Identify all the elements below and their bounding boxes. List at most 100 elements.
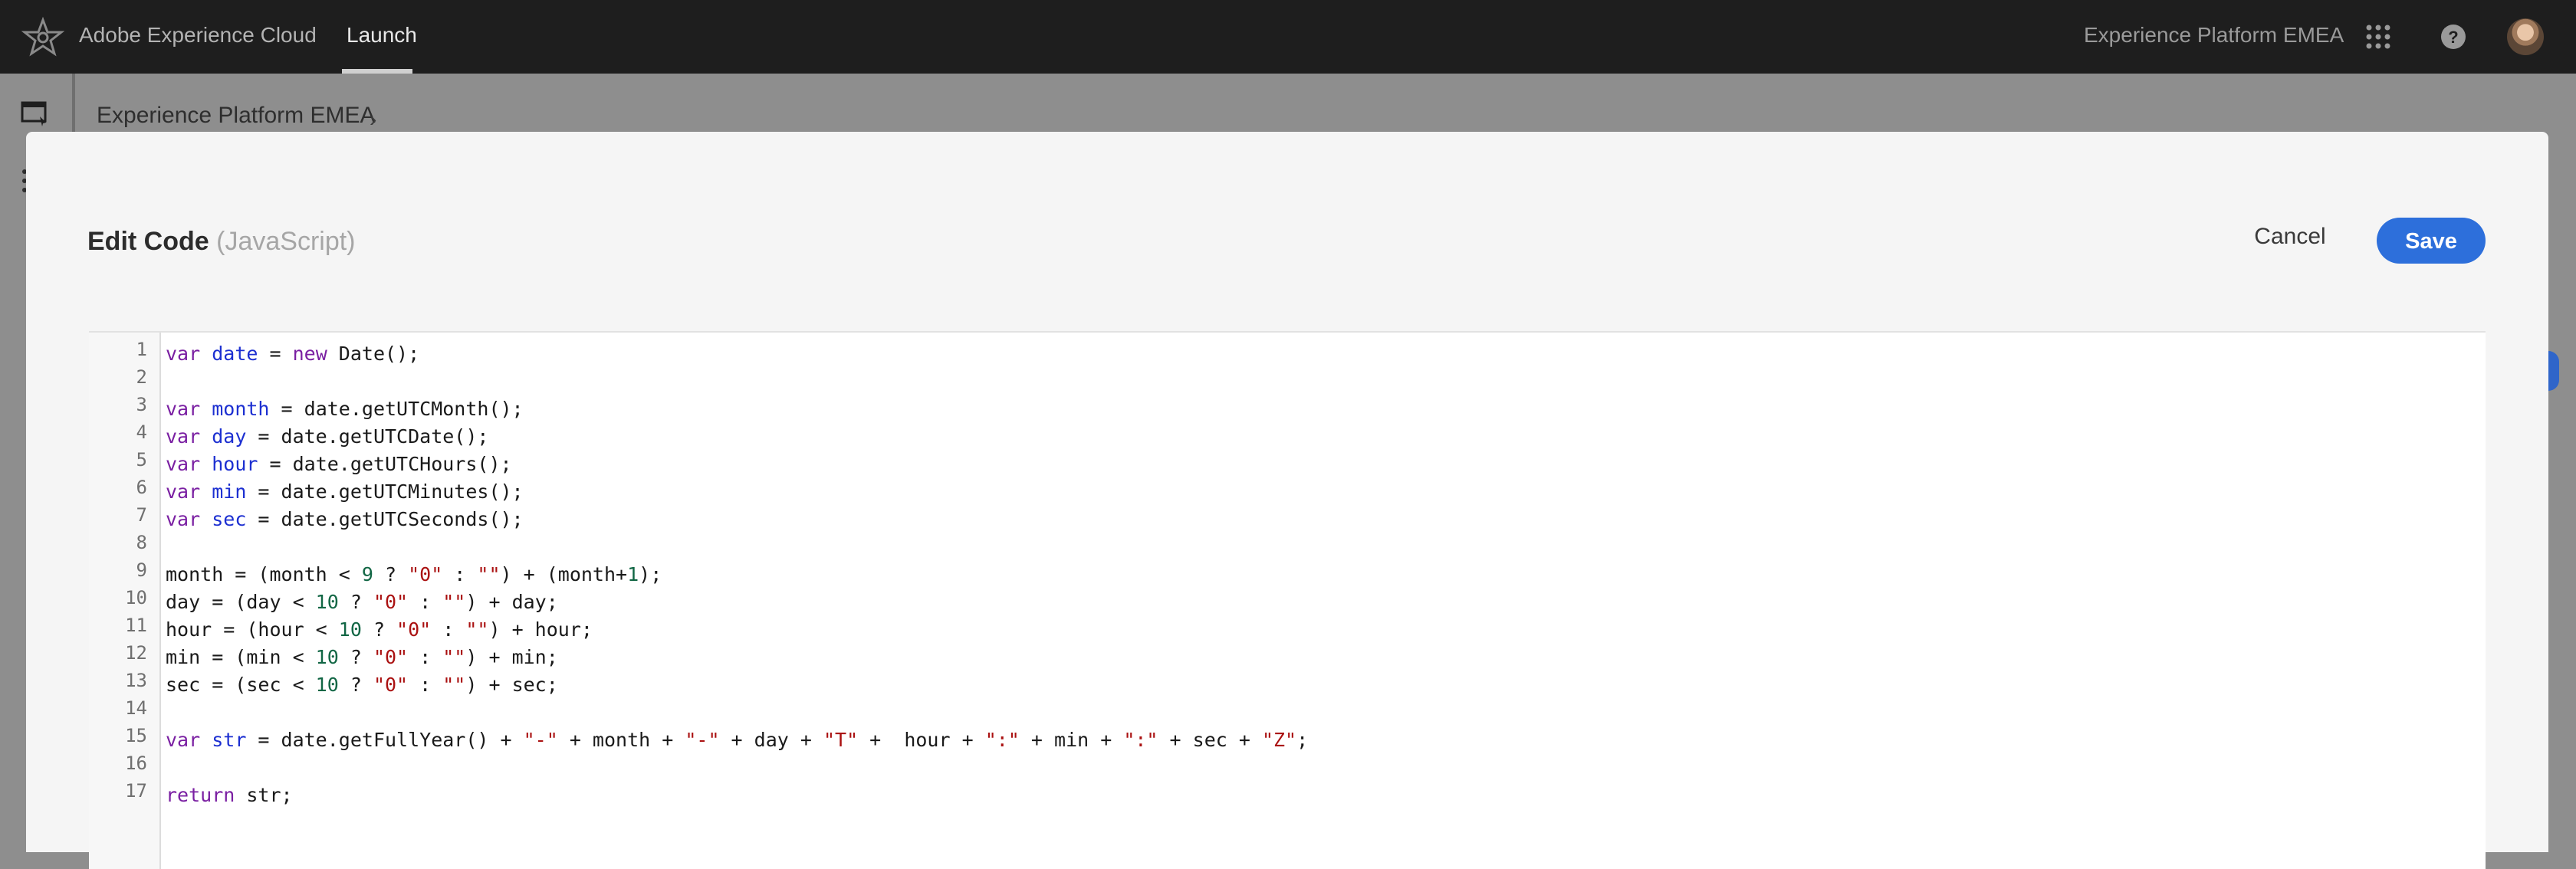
line-number: 4: [136, 421, 147, 443]
code-line[interactable]: 14: [89, 697, 2481, 726]
code-line[interactable]: 15 var str = date.getFullYear() + "-" + m…: [89, 725, 2481, 754]
code-token: "Z": [1261, 729, 1297, 751]
code-token: var: [166, 453, 201, 475]
line-number: 14: [125, 697, 147, 719]
code-token: hour: [212, 453, 258, 475]
adobe-logo-icon[interactable]: [21, 17, 64, 57]
code-token: = date.getUTCDate();: [246, 425, 489, 448]
code-token: var: [166, 425, 201, 448]
line-number: 11: [125, 615, 147, 636]
code-text: var hour = date.getUTCHours();: [166, 451, 512, 478]
active-tab-indicator: [342, 69, 412, 74]
code-line[interactable]: 17 return str;: [89, 780, 2481, 809]
breadcrumb[interactable]: Experience Platform EMEA: [97, 103, 375, 129]
modal-title: Edit Code (JavaScript): [87, 227, 356, 257]
code-line[interactable]: 3 var month = date.getUTCMonth();: [89, 394, 2481, 423]
modal-language-label: (JavaScript): [216, 227, 356, 256]
code-line[interactable]: 10 day = (day < 10 ? "0" : "") + day;: [89, 587, 2481, 616]
code-token: ?: [373, 563, 409, 585]
line-number: 13: [125, 670, 147, 691]
code-line[interactable]: 7 var sec = date.getUTCSeconds();: [89, 504, 2481, 533]
tab-launch[interactable]: Launch: [347, 23, 417, 48]
code-token: ) + (month+: [500, 563, 628, 585]
code-token: ":": [984, 729, 1020, 751]
line-number: 5: [136, 449, 147, 471]
code-token: "0": [408, 563, 443, 585]
code-token: str;: [235, 784, 293, 806]
code-token: str: [212, 729, 247, 751]
code-token: = date.getUTCMinutes();: [246, 480, 524, 503]
code-token: month: [212, 398, 270, 420]
code-token: ?: [338, 674, 373, 696]
code-token: sec: [212, 508, 247, 530]
app-name[interactable]: Adobe Experience Cloud: [79, 23, 317, 48]
apps-grid-icon[interactable]: [2364, 23, 2392, 51]
code-line[interactable]: 8: [89, 532, 2481, 561]
line-number: 9: [136, 559, 147, 581]
code-text: hour = (hour < 10 ? "0" : "") + hour;: [166, 616, 593, 644]
code-token: :: [408, 674, 443, 696]
code-token: + day +: [719, 729, 823, 751]
line-number: 6: [136, 477, 147, 498]
code-token: "-": [523, 729, 558, 751]
code-line[interactable]: 4 var day = date.getUTCDate();: [89, 421, 2481, 451]
code-token: 10: [315, 646, 339, 668]
cancel-button[interactable]: Cancel: [2248, 216, 2332, 256]
code-token: "": [465, 618, 489, 641]
code-line[interactable]: 5 var hour = date.getUTCHours();: [89, 449, 2481, 478]
save-button[interactable]: Save: [2377, 218, 2486, 264]
code-line[interactable]: 1 var date = new Date();: [89, 339, 2481, 368]
code-text: var day = date.getUTCDate();: [166, 423, 488, 451]
code-token: "T": [823, 729, 859, 751]
code-token: "0": [373, 674, 409, 696]
code-editor[interactable]: 1 var date = new Date(); 2 3 var month = dat…: [89, 331, 2486, 869]
code-line[interactable]: 9 month = (month < 9 ? "0" : "") + (month…: [89, 559, 2481, 589]
code-token: ?: [338, 646, 373, 668]
code-token: );: [639, 563, 662, 585]
code-token: :: [431, 618, 466, 641]
code-token: "0": [396, 618, 432, 641]
code-token: var: [166, 508, 201, 530]
code-token: min: [212, 480, 247, 503]
property-icon[interactable]: [20, 100, 51, 127]
code-line[interactable]: 6 var min = date.getUTCMinutes();: [89, 477, 2481, 506]
code-token: = date.getFullYear() +: [246, 729, 524, 751]
svg-text:?: ?: [2448, 28, 2458, 47]
org-switcher[interactable]: Experience Platform EMEA: [2084, 23, 2344, 48]
code-line[interactable]: 16: [89, 753, 2481, 782]
code-token: new: [292, 343, 327, 365]
code-line[interactable]: 11 hour = (hour < 10 ? "0" : "") + hour;: [89, 615, 2481, 644]
code-token: "": [442, 591, 466, 613]
line-number: 17: [125, 780, 147, 802]
code-text: return str;: [166, 782, 293, 809]
code-line[interactable]: 2: [89, 366, 2481, 395]
code-text: day = (day < 10 ? "0" : "") + day;: [166, 589, 558, 616]
code-token: + hour +: [858, 729, 985, 751]
code-text: var str = date.getFullYear() + "-" + mon…: [166, 726, 1308, 754]
line-number: 8: [136, 532, 147, 553]
code-token: :: [408, 646, 443, 668]
help-icon[interactable]: ?: [2440, 23, 2467, 51]
edit-code-modal: Edit Code (JavaScript) Cancel Save 1 var …: [26, 132, 2548, 869]
avatar[interactable]: [2507, 18, 2544, 55]
code-token: 10: [338, 618, 362, 641]
code-token: 10: [315, 591, 339, 613]
code-token: = date.getUTCHours();: [258, 453, 512, 475]
code-token: month = (month <: [166, 563, 362, 585]
code-token: + sec +: [1158, 729, 1262, 751]
code-line[interactable]: 12 min = (min < 10 ? "0" : "") + min;: [89, 642, 2481, 671]
code-token: :: [442, 563, 478, 585]
code-token: =: [258, 343, 293, 365]
code-token: sec = (sec <: [166, 674, 316, 696]
line-number: 10: [125, 587, 147, 608]
code-token: ?: [338, 591, 373, 613]
line-number: 3: [136, 394, 147, 415]
code-line[interactable]: 13 sec = (sec < 10 ? "0" : "") + sec;: [89, 670, 2481, 699]
code-text: month = (month < 9 ? "0" : "") + (month+…: [166, 561, 662, 589]
code-token: + month +: [557, 729, 685, 751]
code-text: min = (min < 10 ? "0" : "") + min;: [166, 644, 558, 671]
code-token: "": [477, 563, 501, 585]
